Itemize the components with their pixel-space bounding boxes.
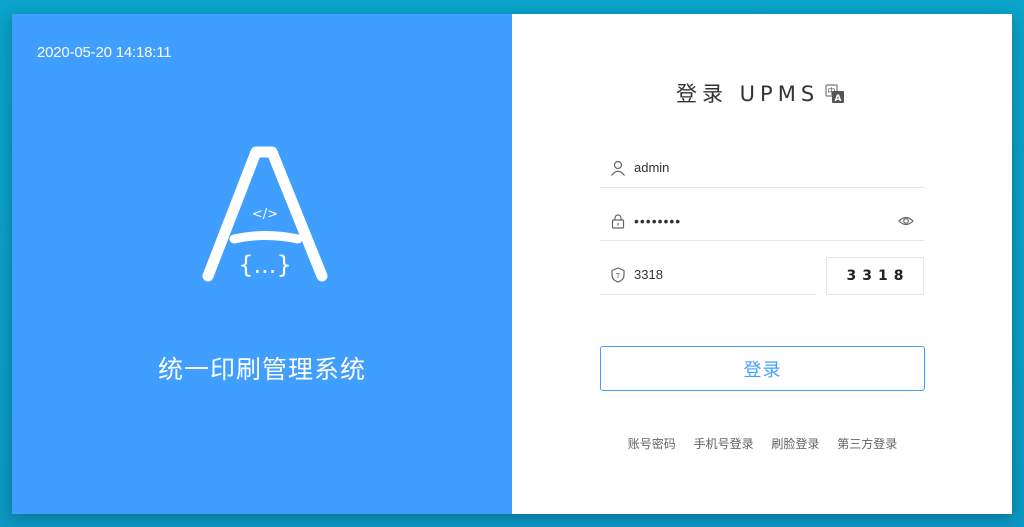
captcha-field: T (600, 255, 816, 295)
username-input[interactable] (634, 148, 924, 187)
captcha-image[interactable]: 3318 (826, 257, 924, 295)
login-button[interactable]: 登录 (600, 346, 925, 391)
login-card: 2020-05-20 14:18:11 </> {...} 统一印刷管理系统 登… (12, 14, 1012, 514)
logo-code-tag: </> (252, 207, 278, 222)
eye-icon[interactable] (898, 213, 914, 229)
username-field (600, 148, 924, 188)
password-input[interactable] (634, 201, 898, 240)
system-title: 统一印刷管理系统 (157, 355, 366, 384)
mode-phone[interactable]: 手机号登录 (694, 437, 754, 451)
logo-braces: {...} (238, 251, 291, 279)
mode-third-party[interactable]: 第三方登录 (837, 437, 897, 451)
login-panel: 登录 UPMS 中 A admin T 3318 3318 登录 账号密码 手机… (512, 14, 1012, 514)
shield-icon: T (611, 266, 625, 283)
svg-text:A: A (835, 94, 842, 104)
app-logo: </> {...} (202, 146, 328, 282)
mode-account-password[interactable]: 账号密码 (628, 437, 676, 451)
brand-panel: 2020-05-20 14:18:11 </> {...} 统一印刷管理系统 (12, 14, 512, 514)
translate-icon[interactable]: 中 A (825, 84, 845, 104)
mode-face[interactable]: 刷脸登录 (771, 437, 819, 451)
captcha-input[interactable] (634, 255, 816, 294)
user-icon (611, 160, 625, 176)
login-title: 登录 UPMS (676, 82, 820, 106)
current-datetime: 2020-05-20 14:18:11 (37, 44, 172, 61)
lock-icon (611, 213, 625, 229)
login-mode-links: 账号密码 手机号登录 刷脸登录 第三方登录 (600, 435, 925, 452)
svg-text:T: T (615, 272, 621, 280)
password-field (600, 201, 924, 241)
